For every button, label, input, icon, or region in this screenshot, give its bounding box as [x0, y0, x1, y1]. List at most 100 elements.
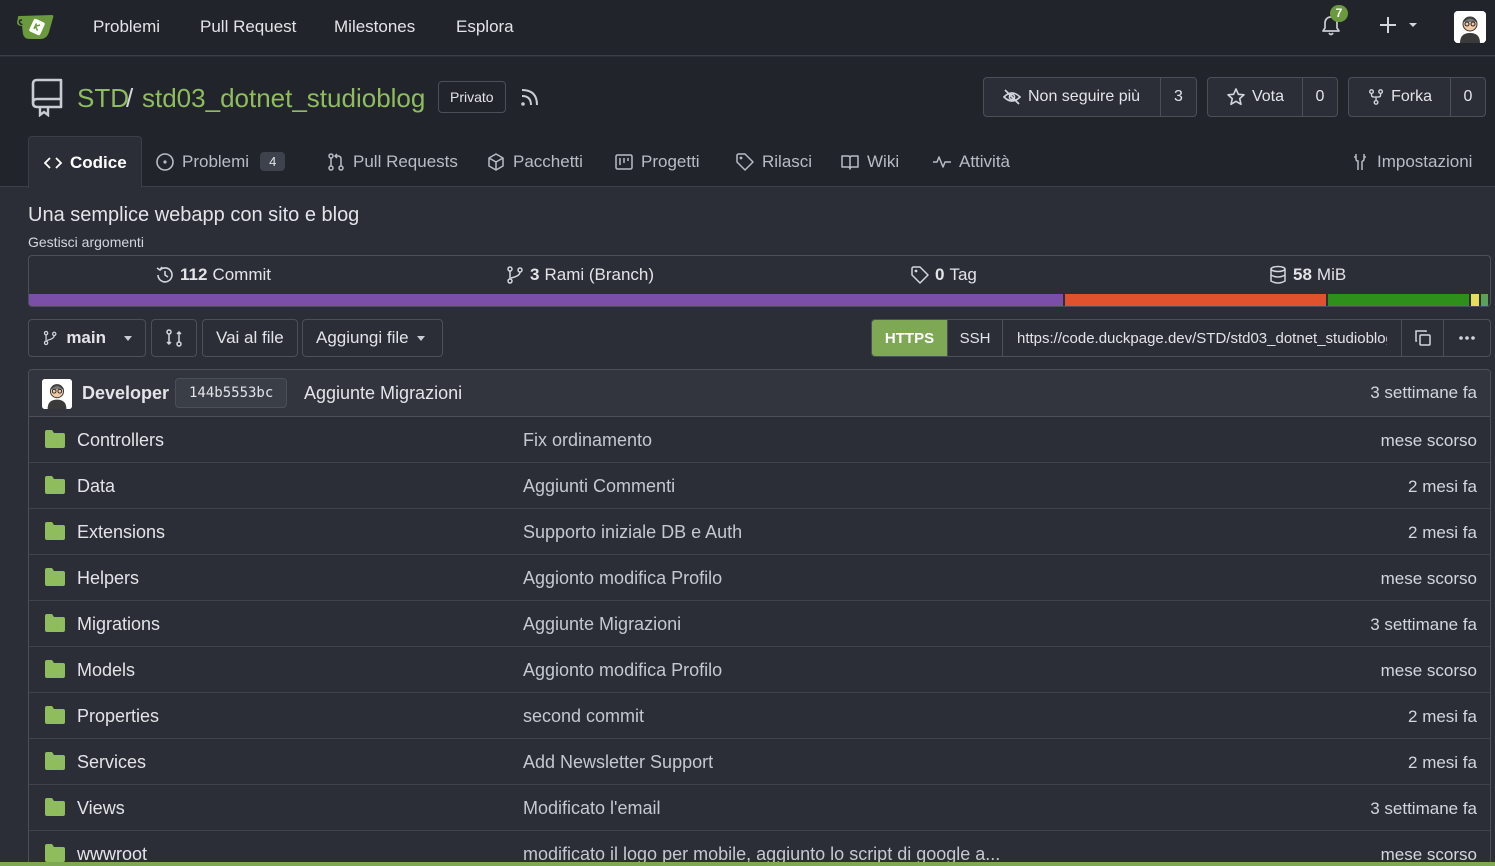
language-stats-bar[interactable]: [29, 294, 1490, 306]
file-row: Data Aggiunti Commenti 2 mesi fa: [29, 463, 1490, 509]
top-navbar: Problemi Pull Request Milestones Esplora…: [0, 0, 1495, 56]
size-stat[interactable]: 58 MiB: [1268, 265, 1346, 285]
kebab-horizontal-icon: [1459, 336, 1475, 340]
language-segment[interactable]: [29, 294, 1065, 306]
tab-pull-requests[interactable]: Pull Requests: [326, 136, 458, 187]
folder-icon: [44, 843, 66, 863]
commit-sha[interactable]: 144b5553bc: [175, 378, 288, 408]
commit-author-avatar[interactable]: [42, 379, 72, 409]
nav-pull-requests[interactable]: Pull Request: [200, 17, 296, 37]
rss-icon[interactable]: [519, 86, 541, 108]
project-icon: [615, 153, 633, 170]
chevron-down-icon: [1409, 23, 1417, 27]
language-segment[interactable]: [1481, 294, 1490, 306]
star-icon: [1227, 88, 1245, 106]
nav-issues[interactable]: Problemi: [93, 17, 160, 37]
nav-explore[interactable]: Esplora: [456, 17, 514, 37]
tab-issues[interactable]: Problemi 4: [155, 136, 286, 187]
go-to-file-label: Vai al file: [216, 328, 284, 347]
tab-code[interactable]: Codice: [28, 136, 142, 188]
language-segment[interactable]: [1470, 294, 1482, 306]
file-name-link[interactable]: Data: [77, 476, 115, 497]
unwatch-button[interactable]: Non seguire più: [984, 78, 1160, 116]
file-commit-message[interactable]: Fix ordinamento: [523, 430, 652, 451]
folder-icon: [44, 429, 66, 449]
tab-packages[interactable]: Pacchetti: [486, 136, 583, 187]
file-commit-message[interactable]: Aggionto modifica Profilo: [523, 568, 722, 589]
file-commit-message[interactable]: Aggiunte Migrazioni: [523, 614, 681, 635]
star-button-group: Vota 0: [1207, 77, 1338, 117]
branch-name: main: [66, 328, 106, 347]
repo-owner-link[interactable]: STD: [77, 83, 129, 114]
tags-stat[interactable]: 0 Tag: [910, 265, 977, 285]
clone-panel: HTTPS SSH: [871, 319, 1491, 357]
file-commit-message[interactable]: Aggionto modifica Profilo: [523, 660, 722, 681]
star-button[interactable]: Vota: [1208, 78, 1302, 116]
commits-count: 112: [180, 265, 208, 284]
compare-button[interactable]: [151, 319, 197, 357]
file-name-link[interactable]: Helpers: [77, 568, 139, 589]
fork-label: Forka: [1391, 88, 1432, 105]
tags-label: Tag: [949, 265, 977, 284]
repository-icon: [30, 77, 66, 117]
add-file-label: Aggiungi file: [316, 328, 409, 347]
create-new-dropdown[interactable]: [1378, 14, 1422, 36]
tab-wiki[interactable]: Wiki: [840, 136, 899, 187]
file-commit-message[interactable]: second commit: [523, 706, 644, 727]
folder-icon: [44, 613, 66, 633]
clone-url-input[interactable]: [1017, 329, 1387, 347]
add-file-dropdown[interactable]: Aggiungi file: [302, 319, 443, 357]
fork-button[interactable]: Forka: [1349, 78, 1450, 116]
ssh-clone-button[interactable]: SSH: [947, 320, 1002, 356]
tag-icon: [736, 152, 754, 171]
copy-icon: [1414, 330, 1431, 346]
pull-request-icon: [328, 152, 344, 171]
folder-icon: [44, 475, 66, 495]
branches-stat[interactable]: 3 Rami (Branch): [505, 265, 654, 285]
clone-url-box: [1002, 320, 1402, 356]
language-segment[interactable]: [1327, 294, 1471, 306]
latest-commit-row: Developer 144b5553bc Aggiunte Migrazioni…: [29, 370, 1490, 417]
commit-author[interactable]: Developer: [82, 383, 169, 404]
file-name-link[interactable]: Controllers: [77, 430, 164, 451]
tab-code-label: Codice: [70, 152, 127, 172]
tags-count: 0: [935, 265, 945, 284]
issues-count-badge: 4: [260, 152, 286, 171]
tab-settings[interactable]: Impostazioni: [1350, 136, 1472, 187]
language-segment[interactable]: [1064, 294, 1328, 306]
branch-icon: [507, 266, 523, 284]
commit-message[interactable]: Aggiunte Migrazioni: [304, 383, 462, 404]
notification-count-badge: 7: [1330, 5, 1348, 22]
repo-name-link[interactable]: std03_dotnet_studioblog: [142, 83, 425, 114]
manage-topics-link[interactable]: Gestisci argomenti: [28, 234, 144, 250]
tab-releases[interactable]: Rilasci: [735, 136, 812, 187]
file-name-link[interactable]: Properties: [77, 706, 159, 727]
gitea-logo-icon[interactable]: [16, 12, 56, 42]
file-commit-time: 2 mesi fa: [1408, 753, 1477, 772]
file-commit-message[interactable]: Add Newsletter Support: [523, 752, 713, 773]
file-name-link[interactable]: Services: [77, 752, 146, 773]
commits-stat[interactable]: 112 Commit: [155, 265, 271, 285]
go-to-file-button[interactable]: Vai al file: [202, 319, 298, 357]
watchers-count[interactable]: 3: [1160, 78, 1196, 116]
user-avatar[interactable]: [1454, 11, 1486, 43]
file-commit-message[interactable]: Aggiunti Commenti: [523, 476, 675, 497]
file-name-link[interactable]: Migrations: [77, 614, 160, 635]
nav-milestones[interactable]: Milestones: [334, 17, 415, 37]
branch-selector[interactable]: main: [28, 319, 146, 357]
file-name-link[interactable]: Models: [77, 660, 135, 681]
file-commit-message[interactable]: Modificato l'email: [523, 798, 661, 819]
file-row: Helpers Aggionto modifica Profilo mese sco…: [29, 555, 1490, 601]
file-name-link[interactable]: Extensions: [77, 522, 165, 543]
more-options-button[interactable]: [1444, 320, 1490, 356]
tab-activity[interactable]: Attività: [932, 136, 1010, 187]
copy-url-button[interactable]: [1402, 320, 1444, 356]
tab-projects[interactable]: Progetti: [614, 136, 700, 187]
forks-count[interactable]: 0: [1450, 78, 1485, 116]
stars-count[interactable]: 0: [1302, 78, 1337, 116]
file-row: Views Modificato l'email 3 settimane fa: [29, 785, 1490, 831]
file-name-link[interactable]: Views: [77, 798, 125, 819]
https-clone-button[interactable]: HTTPS: [872, 320, 947, 356]
compare-icon: [166, 329, 182, 347]
file-commit-message[interactable]: Supporto iniziale DB e Auth: [523, 522, 742, 543]
